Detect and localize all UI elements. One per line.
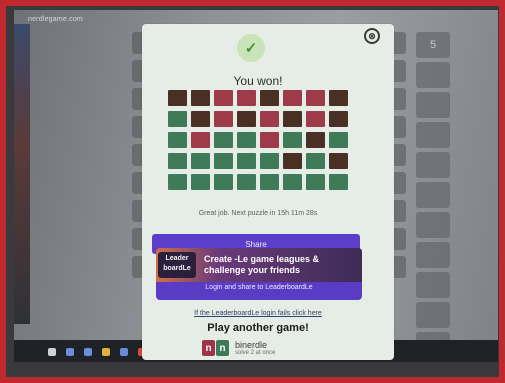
result-tile [329,90,348,106]
result-tile [283,90,302,106]
result-tile [191,132,210,148]
binerdle-tagline: solve 2 at once [235,349,276,356]
result-tile [237,153,256,169]
result-grid [168,90,348,190]
binerdle-logo: n n [202,340,229,356]
success-check-icon: ✓ [237,34,265,62]
result-tile [283,111,302,127]
taskbar-app-icon[interactable] [120,348,128,356]
binerdle-name: binerdle [235,339,268,350]
result-tile [237,174,256,190]
result-tile [191,90,210,106]
login-share-link[interactable]: Login and share to LeaderboardLe [156,284,362,291]
result-tile [168,153,187,169]
binerdle-link[interactable]: n n binerdle solve 2 at once [202,338,275,358]
result-tile [260,111,279,127]
photo-frame: nerdlegame.com 50 ⊗ ✓ You won! Great job… [0,0,505,383]
result-tile [329,111,348,127]
taskbar-app-icon[interactable] [66,348,74,356]
browser-url[interactable]: nerdlegame.com [28,16,83,23]
binerdle-logo-letter: n [216,340,229,356]
win-dialog: ⊗ ✓ You won! Great job. Next puzzle in 1… [142,24,394,360]
result-tile [260,174,279,190]
result-tile [214,153,233,169]
result-tile [329,174,348,190]
result-tile [306,111,325,127]
background-side-tile [416,152,450,178]
result-tile [260,132,279,148]
leaderboardle-logo: Leader boardLe [158,252,196,278]
background-side-tile [416,302,450,328]
background-side-tile [416,182,450,208]
background-side-tile [416,122,450,148]
background-side-tile [416,62,450,88]
result-tile [168,174,187,190]
next-puzzle-countdown: Great job. Next puzzle in 15h 11m 28s [198,210,318,217]
taskbar-app-icon[interactable] [84,348,92,356]
binerdle-logo-letter: n [202,340,215,356]
check-icon: ✓ [244,40,258,57]
promo-headline: Create -Le game leagues & challenge your… [204,254,320,275]
result-tile [191,153,210,169]
result-tile [168,111,187,127]
result-tile [237,132,256,148]
result-tile [168,90,187,106]
result-tile [214,90,233,106]
result-tile [329,153,348,169]
result-tile [306,90,325,106]
play-another-heading: Play another game! [207,322,309,334]
result-tile [283,153,302,169]
result-tile [306,132,325,148]
background-side-tile: 5 [416,32,450,58]
result-tile [283,132,302,148]
result-tile [260,153,279,169]
close-button[interactable]: ⊗ [364,28,380,44]
background-side-tile [416,92,450,118]
result-tile [329,132,348,148]
background-side-tile [416,212,450,238]
result-tile [283,174,302,190]
result-tile [260,90,279,106]
result-tile [306,153,325,169]
close-icon: ⊗ [368,30,376,41]
background-side-column: 50 [416,32,456,362]
dialog-title: You won! [233,74,283,88]
start-icon[interactable] [48,348,56,356]
result-tile [214,174,233,190]
result-tile [214,111,233,127]
leaderboardle-promo[interactable]: Leader boardLe Create -Le game leagues &… [156,248,362,300]
result-tile [237,90,256,106]
background-side-tile [416,272,450,298]
left-window-strip [14,24,30,324]
result-tile [214,132,233,148]
result-tile [237,111,256,127]
result-tile [168,132,187,148]
result-tile [306,174,325,190]
background-side-tile [416,242,450,268]
result-tile [191,174,210,190]
login-fallback-link[interactable]: If the LeaderboardLe login fails click h… [142,310,374,317]
folder-icon[interactable] [102,348,110,356]
result-tile [191,111,210,127]
